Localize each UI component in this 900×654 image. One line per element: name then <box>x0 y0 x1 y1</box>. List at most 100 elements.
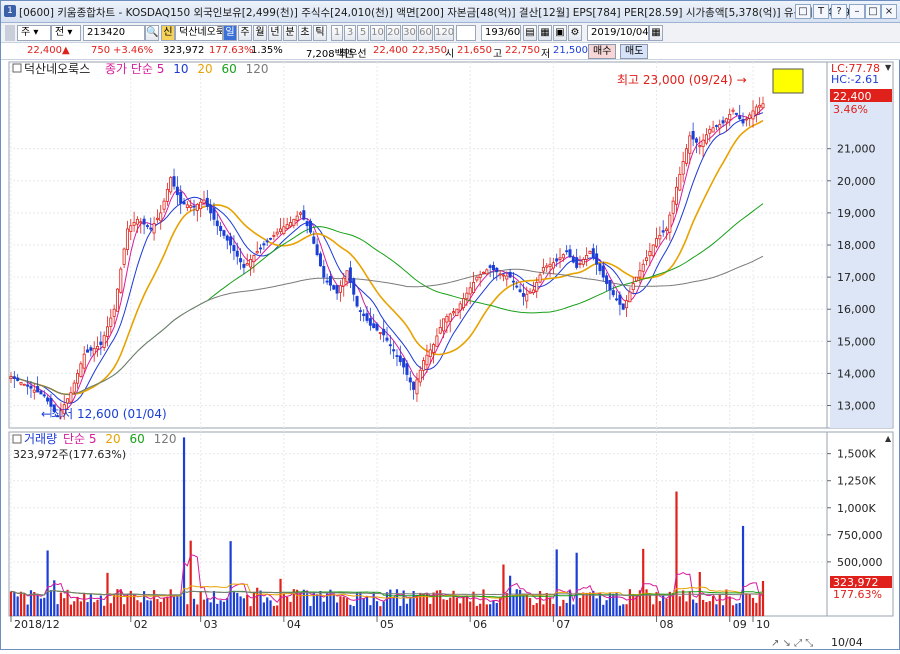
tab-daily[interactable]: 일 <box>223 25 237 41</box>
volume-bar[interactable] <box>715 604 718 616</box>
candle[interactable] <box>538 274 542 283</box>
volume-bar[interactable] <box>628 589 632 616</box>
candle[interactable] <box>408 377 412 383</box>
candle[interactable] <box>149 227 153 230</box>
volume-bar[interactable] <box>685 601 688 616</box>
volume-bar[interactable] <box>705 601 708 616</box>
volume-bar[interactable] <box>266 597 269 616</box>
volume-bar[interactable] <box>276 605 279 616</box>
candle[interactable] <box>205 197 209 207</box>
volume-bar[interactable] <box>485 604 488 616</box>
volume-bar[interactable] <box>73 601 76 616</box>
volume-bar[interactable] <box>692 599 695 616</box>
candle[interactable] <box>458 303 462 311</box>
volume-bar[interactable] <box>286 596 289 616</box>
candle[interactable] <box>239 258 243 263</box>
candle[interactable] <box>535 282 539 292</box>
candle[interactable] <box>405 363 409 375</box>
candle[interactable] <box>731 109 735 112</box>
candle[interactable] <box>32 389 36 393</box>
candle[interactable] <box>495 267 499 273</box>
candle[interactable] <box>26 384 30 387</box>
candle[interactable] <box>245 263 249 266</box>
volume-bar[interactable] <box>412 591 415 616</box>
volume-bar[interactable] <box>119 589 122 616</box>
volume-bar[interactable] <box>552 603 555 616</box>
volume-bar[interactable] <box>695 602 698 616</box>
candle[interactable] <box>658 234 662 240</box>
volume-bar[interactable] <box>16 596 19 616</box>
candle[interactable] <box>528 291 532 294</box>
volume-bar[interactable] <box>79 601 82 616</box>
candle[interactable] <box>545 265 549 268</box>
candle[interactable] <box>82 353 86 369</box>
candle[interactable] <box>485 269 489 275</box>
candle[interactable] <box>388 344 392 347</box>
volume-bar[interactable] <box>136 600 139 616</box>
candle[interactable] <box>342 277 346 287</box>
candle[interactable] <box>105 326 109 337</box>
volume-bar[interactable] <box>126 594 129 616</box>
volume-bar[interactable] <box>445 599 448 616</box>
candle[interactable] <box>109 317 113 327</box>
candle[interactable] <box>29 385 33 389</box>
candle[interactable] <box>142 218 146 225</box>
volume-bar[interactable] <box>152 590 156 616</box>
candle[interactable] <box>76 373 80 384</box>
volume-bar[interactable] <box>479 603 482 616</box>
volume-bar[interactable] <box>625 604 628 616</box>
volume-bar[interactable] <box>93 602 96 616</box>
candle[interactable] <box>511 280 515 283</box>
volume-bar[interactable] <box>312 592 315 616</box>
volume-bar[interactable] <box>605 600 608 616</box>
volume-bar[interactable] <box>399 605 402 616</box>
volume-bar[interactable] <box>415 595 419 616</box>
candle[interactable] <box>608 279 612 291</box>
volume-bar[interactable] <box>449 597 452 616</box>
candle[interactable] <box>16 377 20 381</box>
volume-bar[interactable] <box>502 564 505 616</box>
save-icon[interactable]: ▣ <box>553 25 567 41</box>
candle[interactable] <box>638 270 642 278</box>
volume-bar[interactable] <box>572 604 575 616</box>
candle[interactable] <box>455 308 459 317</box>
volume-bar[interactable] <box>39 598 43 616</box>
candle[interactable] <box>758 104 762 108</box>
candle[interactable] <box>635 276 639 282</box>
candle[interactable] <box>548 263 552 268</box>
candle[interactable] <box>119 268 123 293</box>
volume-bar[interactable] <box>345 598 349 616</box>
volume-bar[interactable] <box>269 600 272 616</box>
volume-bar[interactable] <box>575 552 578 616</box>
volume-bar[interactable] <box>53 580 56 616</box>
volume-bar[interactable] <box>532 604 535 616</box>
volume-panel[interactable] <box>8 431 828 617</box>
candle[interactable] <box>152 223 156 234</box>
volume-bar[interactable] <box>326 593 329 616</box>
volume-bar[interactable] <box>602 604 605 616</box>
candle[interactable] <box>385 337 389 341</box>
candle[interactable] <box>488 265 492 268</box>
candle[interactable] <box>415 379 419 395</box>
volume-bar[interactable] <box>96 599 99 616</box>
candle[interactable] <box>585 255 589 260</box>
tab-second[interactable]: 초 <box>298 25 312 41</box>
volume-ma-legend[interactable]: 단순 5 20 60 120 <box>63 432 176 446</box>
candle[interactable] <box>352 278 356 295</box>
unit-custom-input[interactable] <box>456 25 476 41</box>
candle[interactable] <box>132 222 136 226</box>
volume-bar[interactable] <box>725 589 728 616</box>
volume-bar[interactable] <box>598 592 602 616</box>
collapse-icon[interactable]: ▲ <box>885 434 892 443</box>
volume-bar[interactable] <box>149 600 152 616</box>
candle[interactable] <box>718 124 722 129</box>
market-select[interactable]: 주 ▾ <box>17 25 51 41</box>
volume-bar[interactable] <box>43 597 46 616</box>
candle[interactable] <box>674 186 678 205</box>
candle[interactable] <box>465 292 469 300</box>
candle[interactable] <box>678 173 682 191</box>
candle[interactable] <box>46 397 50 402</box>
candle[interactable] <box>631 283 635 291</box>
maximize-button[interactable]: □ <box>865 4 881 19</box>
candle[interactable] <box>645 257 649 261</box>
